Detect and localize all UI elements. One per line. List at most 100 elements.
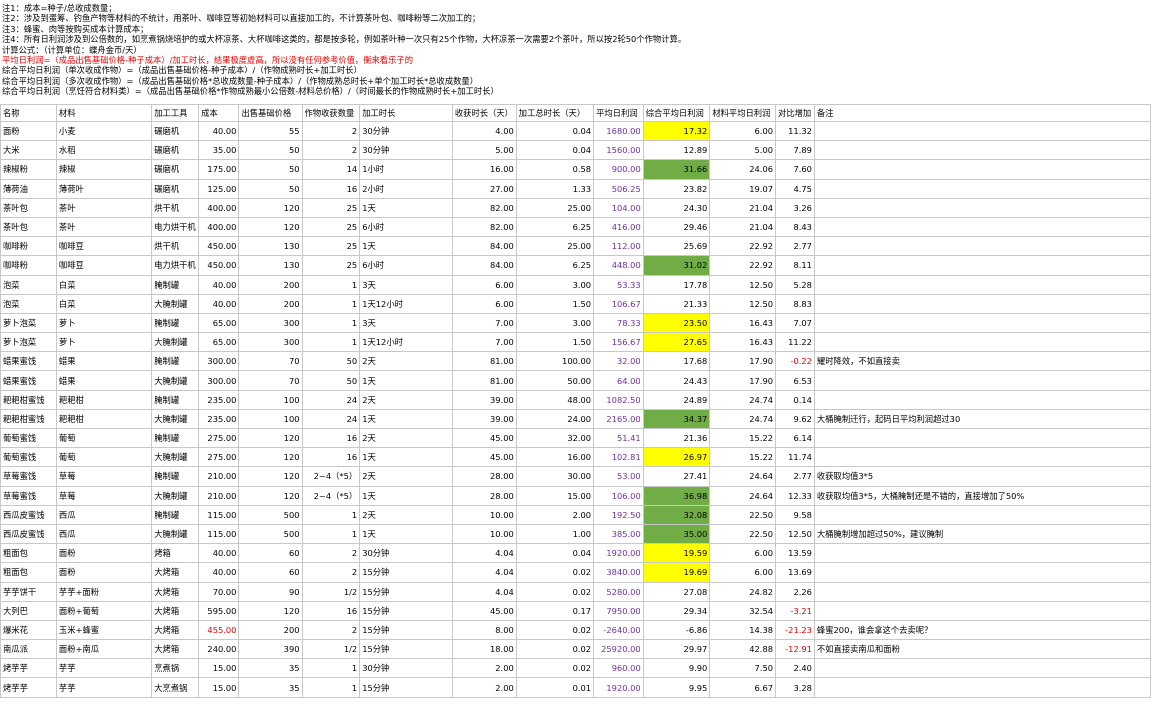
cost-cell[interactable]: 300.00 bbox=[198, 370, 240, 391]
combo-profit-cell[interactable]: 27.65 bbox=[642, 332, 711, 353]
tool-cell[interactable]: 电力烘干机 bbox=[151, 216, 200, 238]
total-cell[interactable]: 24.00 bbox=[515, 408, 595, 430]
note-cell[interactable] bbox=[813, 216, 1151, 238]
cost-cell[interactable]: 450.00 bbox=[198, 255, 240, 276]
cost-cell[interactable]: 125.00 bbox=[198, 178, 240, 199]
diff-cell[interactable]: 2.77 bbox=[775, 466, 815, 487]
diff-cell[interactable]: 4.75 bbox=[775, 178, 815, 199]
combo-profit-cell[interactable]: 21.36 bbox=[642, 427, 711, 449]
note-cell[interactable] bbox=[813, 236, 1151, 257]
cost-cell[interactable]: 240.00 bbox=[198, 639, 240, 660]
name-cell[interactable]: 薄荷油 bbox=[0, 178, 57, 199]
combo-profit-cell[interactable]: 9.90 bbox=[642, 658, 711, 679]
harvest-cell[interactable]: 6.00 bbox=[451, 274, 517, 295]
qty-cell[interactable]: 16 bbox=[301, 178, 361, 199]
material-cell[interactable]: 蜡果 bbox=[55, 351, 153, 372]
qty-cell[interactable]: 1 bbox=[301, 658, 361, 679]
name-cell[interactable]: 葡萄蜜饯 bbox=[0, 447, 57, 468]
total-cell[interactable]: 0.17 bbox=[515, 600, 595, 621]
cost-cell[interactable]: 40.00 bbox=[198, 293, 240, 314]
avg-profit-cell[interactable]: 448.00 bbox=[593, 255, 644, 276]
avg-profit-cell[interactable]: 1920.00 bbox=[593, 543, 644, 564]
combo-profit-cell[interactable]: 23.82 bbox=[642, 178, 711, 199]
ptime-cell[interactable]: 15分钟 bbox=[359, 600, 453, 621]
cost-cell[interactable]: 235.00 bbox=[198, 389, 240, 410]
tool-cell[interactable]: 大腌制罐 bbox=[151, 370, 200, 391]
note-cell[interactable] bbox=[813, 677, 1151, 698]
name-cell[interactable]: 咖啡粉 bbox=[0, 255, 57, 276]
combo-profit-cell[interactable]: 19.59 bbox=[642, 543, 711, 564]
combo-profit-cell[interactable]: 21.33 bbox=[642, 293, 711, 314]
total-cell[interactable]: 6.25 bbox=[515, 255, 595, 276]
material-cell[interactable]: 葡萄 bbox=[55, 447, 153, 468]
qty-cell[interactable]: 1 bbox=[301, 274, 361, 295]
tool-cell[interactable]: 大腌制罐 bbox=[151, 332, 200, 353]
ptime-cell[interactable]: 15分钟 bbox=[359, 581, 453, 602]
material-cell[interactable]: 茶叶 bbox=[55, 216, 153, 238]
diff-cell[interactable]: 2.77 bbox=[775, 236, 815, 257]
combo-profit-cell[interactable]: 24.30 bbox=[642, 197, 711, 218]
harvest-cell[interactable]: 82.00 bbox=[451, 197, 517, 218]
price-cell[interactable]: 60 bbox=[238, 562, 303, 583]
combo-profit-cell[interactable]: 19.69 bbox=[642, 562, 711, 583]
harvest-cell[interactable]: 45.00 bbox=[451, 427, 517, 449]
note-cell[interactable] bbox=[813, 447, 1151, 468]
tool-cell[interactable]: 腌制罐 bbox=[151, 466, 200, 487]
note-cell[interactable] bbox=[813, 197, 1151, 218]
note-cell[interactable] bbox=[813, 120, 1151, 142]
price-cell[interactable]: 55 bbox=[238, 120, 303, 142]
qty-cell[interactable]: 25 bbox=[301, 216, 361, 238]
qty-cell[interactable]: 25 bbox=[301, 197, 361, 218]
harvest-cell[interactable]: 2.00 bbox=[451, 658, 517, 679]
ptime-cell[interactable]: 1天 bbox=[359, 485, 453, 506]
cost-cell[interactable]: 40.00 bbox=[198, 274, 240, 295]
diff-cell[interactable]: 9.62 bbox=[775, 408, 815, 430]
material-cell[interactable]: 水稻 bbox=[55, 140, 153, 161]
price-cell[interactable]: 200 bbox=[238, 274, 303, 295]
mat-profit-cell[interactable]: 24.64 bbox=[709, 485, 777, 506]
total-cell[interactable]: 3.00 bbox=[515, 312, 595, 334]
mat-profit-cell[interactable]: 12.50 bbox=[709, 274, 777, 295]
harvest-cell[interactable]: 5.00 bbox=[451, 140, 517, 161]
cost-cell[interactable]: 455.00 bbox=[198, 619, 240, 641]
total-cell[interactable]: 0.04 bbox=[515, 140, 595, 161]
note-cell[interactable] bbox=[813, 293, 1151, 314]
mat-profit-cell[interactable]: 15.22 bbox=[709, 447, 777, 468]
harvest-cell[interactable]: 84.00 bbox=[451, 255, 517, 276]
combo-profit-cell[interactable]: 25.69 bbox=[642, 236, 711, 257]
harvest-cell[interactable]: 4.04 bbox=[451, 581, 517, 602]
total-cell[interactable]: 32.00 bbox=[515, 427, 595, 449]
mat-profit-cell[interactable]: 6.00 bbox=[709, 120, 777, 142]
total-cell[interactable]: 1.33 bbox=[515, 178, 595, 199]
name-cell[interactable]: 蜡果蜜饯 bbox=[0, 351, 57, 372]
cost-cell[interactable]: 70.00 bbox=[198, 581, 240, 602]
avg-profit-cell[interactable]: 25920.00 bbox=[593, 639, 644, 660]
combo-profit-cell[interactable]: 35.00 bbox=[642, 523, 711, 545]
qty-cell[interactable]: 16 bbox=[301, 427, 361, 449]
diff-cell[interactable]: 11.22 bbox=[775, 332, 815, 353]
note-cell[interactable]: 耀时降效，不如直接卖 bbox=[813, 351, 1151, 372]
qty-cell[interactable]: 50 bbox=[301, 370, 361, 391]
name-cell[interactable]: 烤芋芋 bbox=[0, 658, 57, 679]
name-cell[interactable]: 芋芋饼干 bbox=[0, 581, 57, 602]
ptime-cell[interactable]: 1天 bbox=[359, 197, 453, 218]
total-cell[interactable]: 2.00 bbox=[515, 504, 595, 525]
tool-cell[interactable]: 烤箱 bbox=[151, 543, 200, 564]
qty-cell[interactable]: 16 bbox=[301, 600, 361, 621]
combo-profit-cell[interactable]: 23.50 bbox=[642, 312, 711, 334]
price-cell[interactable]: 50 bbox=[238, 159, 303, 180]
mat-profit-cell[interactable]: 17.90 bbox=[709, 370, 777, 391]
combo-profit-cell[interactable]: 32.08 bbox=[642, 504, 711, 525]
cost-cell[interactable]: 115.00 bbox=[198, 504, 240, 525]
combo-profit-cell[interactable]: 29.34 bbox=[642, 600, 711, 621]
mat-profit-cell[interactable]: 24.06 bbox=[709, 159, 777, 180]
diff-cell[interactable]: -21.23 bbox=[775, 619, 815, 641]
mat-profit-cell[interactable]: 24.74 bbox=[709, 408, 777, 430]
name-cell[interactable]: 葡萄蜜饯 bbox=[0, 427, 57, 449]
mat-profit-cell[interactable]: 6.00 bbox=[709, 543, 777, 564]
cost-cell[interactable]: 35.00 bbox=[198, 140, 240, 161]
cost-cell[interactable]: 40.00 bbox=[198, 562, 240, 583]
name-cell[interactable]: 粗面包 bbox=[0, 562, 57, 583]
name-cell[interactable]: 茶叶包 bbox=[0, 216, 57, 238]
avg-profit-cell[interactable]: 900.00 bbox=[593, 159, 644, 180]
